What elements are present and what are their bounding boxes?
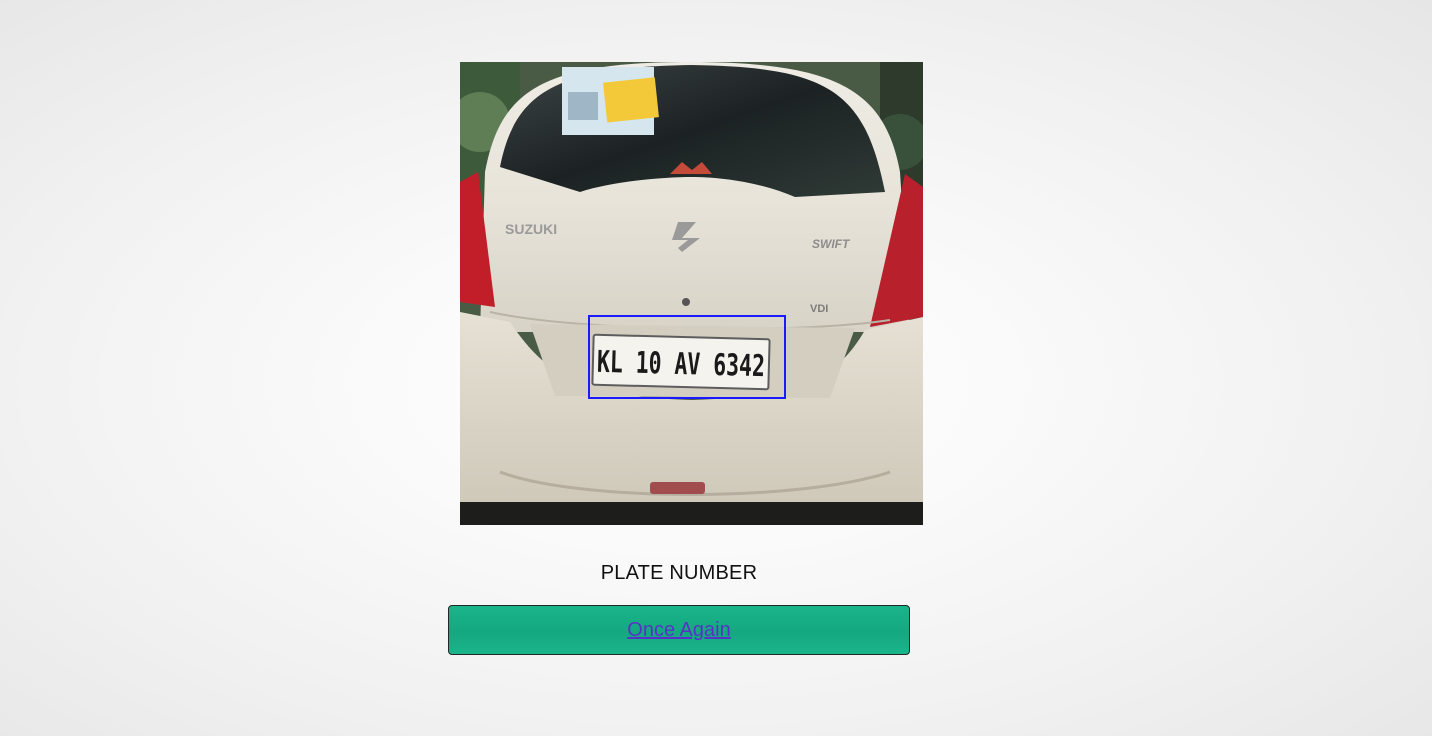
plate-number-label: PLATE NUMBER [600, 562, 758, 584]
once-again-button[interactable]: Once Again [448, 605, 910, 655]
once-again-label: Once Again [627, 618, 731, 641]
badge-variant: VDI [810, 303, 828, 315]
plate-text: KL 10 AV 6342 [597, 345, 766, 384]
badge-right: SWIFT [812, 237, 851, 251]
car-photo: SUZUKI SWIFT VDI KL 10 AV 6342 [460, 62, 923, 525]
badge-left: SUZUKI [505, 221, 557, 237]
